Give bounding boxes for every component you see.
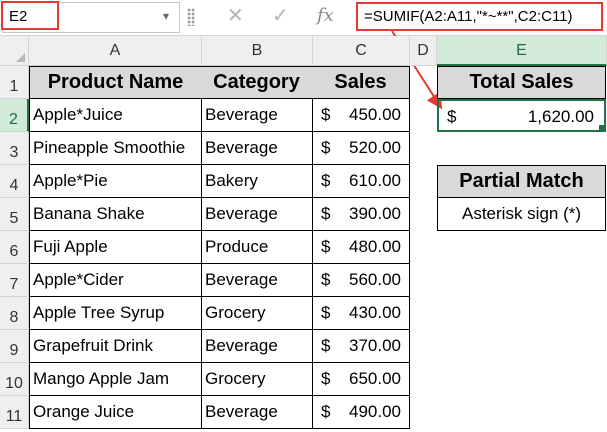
sales-currency: $ [321, 369, 331, 388]
sales-cell[interactable]: $480.00 [313, 231, 410, 264]
row-header-3[interactable]: 3 [0, 132, 29, 165]
category-cell[interactable]: Beverage [202, 198, 313, 231]
row-header-1[interactable]: 1 [0, 66, 29, 99]
category-cell[interactable]: Beverage [202, 396, 313, 429]
sales-cell[interactable]: $390.00 [313, 198, 410, 231]
product-cell[interactable]: Grapefruit Drink [29, 330, 202, 363]
sales-value: 610.00 [349, 171, 401, 190]
sales-currency: $ [321, 402, 331, 421]
column-header-b[interactable]: B [202, 36, 313, 66]
product-cell[interactable]: Orange Juice [29, 396, 202, 429]
total-sales-cell[interactable]: $ 1,620.00 [437, 99, 606, 132]
row-header-5[interactable]: 5 [0, 198, 29, 231]
row-header-2[interactable]: 2 [0, 99, 29, 132]
sales-value: 520.00 [349, 138, 401, 157]
sales-currency: $ [321, 336, 331, 355]
sales-value: 480.00 [349, 237, 401, 256]
product-cell[interactable]: Banana Shake [29, 198, 202, 231]
sales-value: 650.00 [349, 369, 401, 388]
sales-cell[interactable]: $650.00 [313, 363, 410, 396]
sales-currency: $ [321, 138, 331, 157]
category-cell[interactable]: Beverage [202, 99, 313, 132]
row-header-6[interactable]: 6 [0, 231, 29, 264]
sales-cell[interactable]: $370.00 [313, 330, 410, 363]
sales-value: 560.00 [349, 270, 401, 289]
header-total-sales[interactable]: Total Sales [437, 66, 606, 99]
category-cell[interactable]: Grocery [202, 363, 313, 396]
sales-cell[interactable]: $490.00 [313, 396, 410, 429]
total-sales-value: 1,620.00 [527, 107, 594, 126]
row-header-10[interactable]: 10 [0, 363, 29, 396]
row-header-11[interactable]: 11 [0, 396, 29, 429]
category-cell[interactable]: Produce [202, 231, 313, 264]
sales-value: 370.00 [349, 336, 401, 355]
sales-currency: $ [321, 105, 331, 124]
sales-value: 430.00 [349, 303, 401, 322]
header-category[interactable]: Category [201, 66, 313, 99]
row-header-9[interactable]: 9 [0, 330, 29, 363]
sales-value: 450.00 [349, 105, 401, 124]
product-cell[interactable]: Apple*Cider [29, 264, 202, 297]
header-product-name[interactable]: Product Name [29, 66, 202, 99]
header-sales[interactable]: Sales [312, 66, 410, 99]
select-all-corner[interactable] [0, 36, 29, 66]
category-cell[interactable]: Beverage [202, 264, 313, 297]
product-cell[interactable]: Apple Tree Syrup [29, 297, 202, 330]
product-cell[interactable]: Apple*Juice [29, 99, 202, 132]
column-header-c[interactable]: C [313, 36, 410, 66]
product-cell[interactable]: Mango Apple Jam [29, 363, 202, 396]
sales-cell[interactable]: $430.00 [313, 297, 410, 330]
category-cell[interactable]: Bakery [202, 165, 313, 198]
column-header-e[interactable]: E [437, 36, 607, 66]
column-header-a[interactable]: A [29, 36, 202, 66]
sales-cell[interactable]: $450.00 [313, 99, 410, 132]
sales-cell[interactable]: $560.00 [313, 264, 410, 297]
total-sales-currency: $ [447, 107, 457, 126]
product-cell[interactable]: Fuji Apple [29, 231, 202, 264]
row-header-8[interactable]: 8 [0, 297, 29, 330]
product-cell[interactable]: Apple*Pie [29, 165, 202, 198]
category-cell[interactable]: Beverage [202, 330, 313, 363]
product-cell[interactable]: Pineapple Smoothie [29, 132, 202, 165]
fill-handle[interactable] [598, 124, 604, 130]
sales-cell[interactable]: $610.00 [313, 165, 410, 198]
sales-value: 390.00 [349, 204, 401, 223]
sales-value: 490.00 [349, 402, 401, 421]
sales-currency: $ [321, 270, 331, 289]
row-header-7[interactable]: 7 [0, 264, 29, 297]
sales-currency: $ [321, 171, 331, 190]
column-header-d[interactable]: D [410, 36, 437, 66]
row-header-4[interactable]: 4 [0, 165, 29, 198]
sales-currency: $ [321, 204, 331, 223]
header-partial-match[interactable]: Partial Match [437, 165, 606, 198]
sales-currency: $ [321, 303, 331, 322]
sales-currency: $ [321, 237, 331, 256]
category-cell[interactable]: Beverage [202, 132, 313, 165]
category-cell[interactable]: Grocery [202, 297, 313, 330]
partial-match-value[interactable]: Asterisk sign (*) [437, 198, 606, 231]
sales-cell[interactable]: $520.00 [313, 132, 410, 165]
